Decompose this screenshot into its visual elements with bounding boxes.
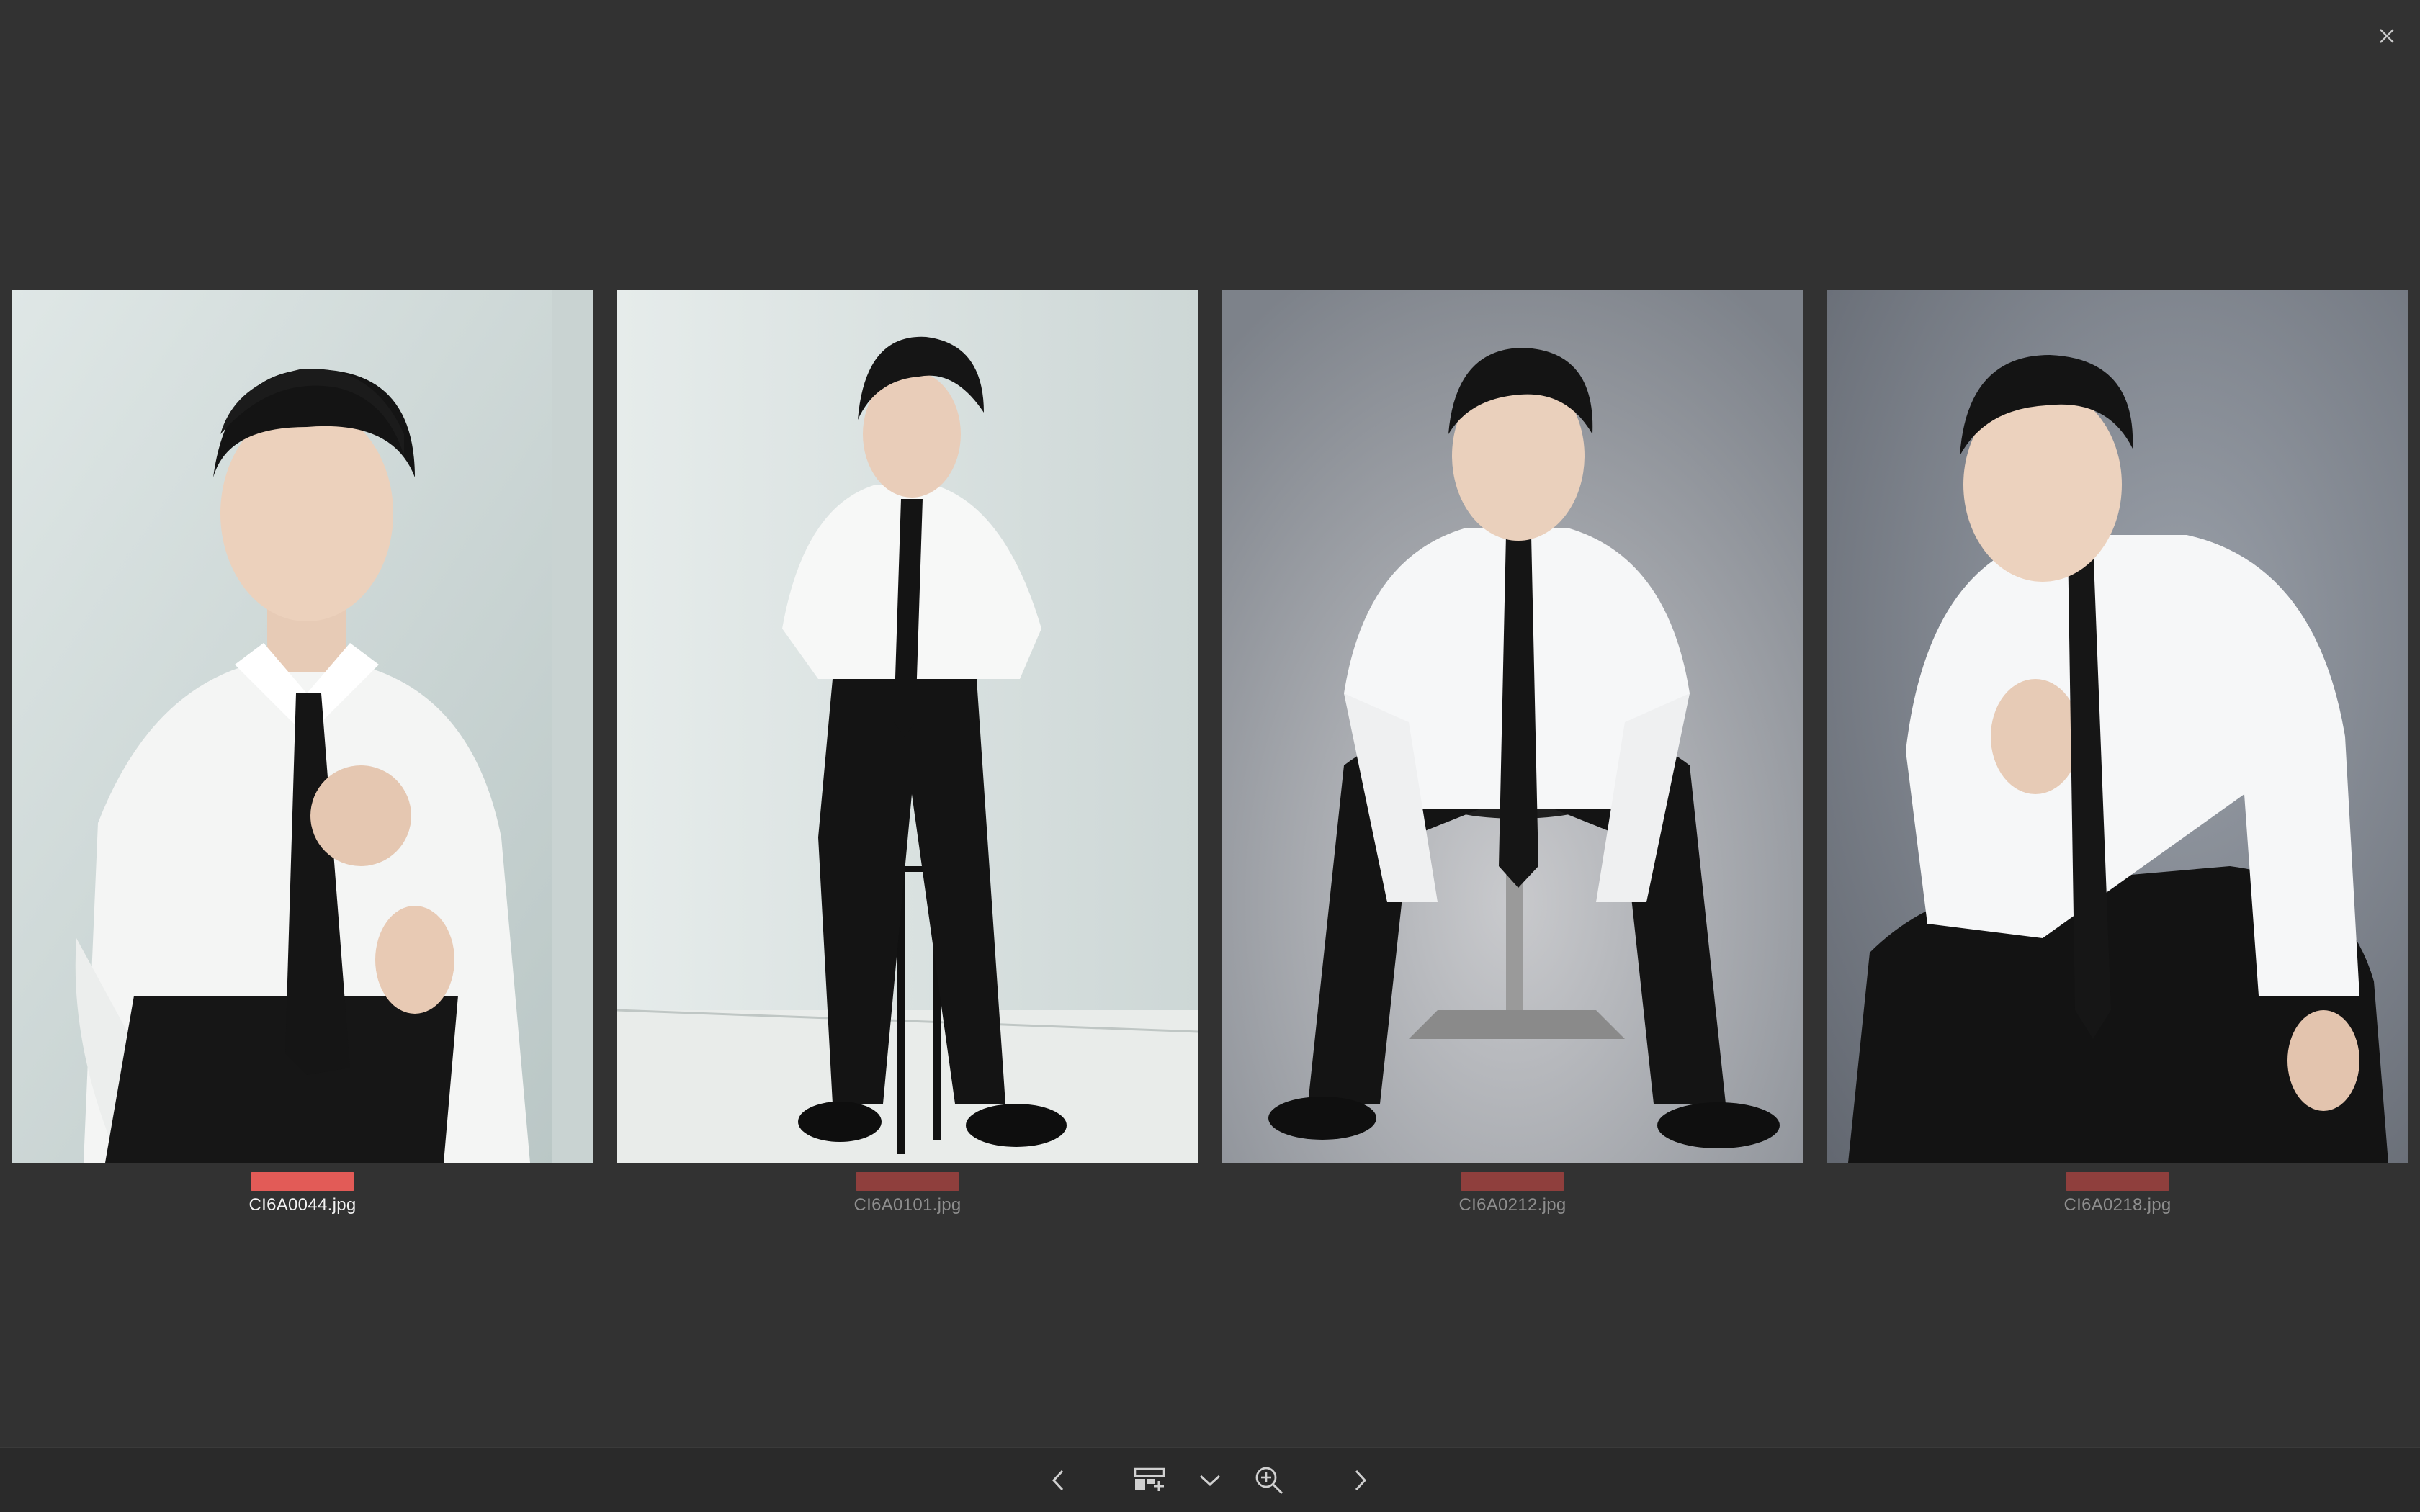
filename-label: CI6A0044.jpg — [248, 1195, 357, 1215]
image-card[interactable]: CI6A0101.jpg — [617, 290, 1198, 1215]
color-label — [856, 1172, 959, 1191]
portrait-photo — [617, 290, 1198, 1163]
portrait-photo — [1827, 290, 2408, 1163]
image-card[interactable]: CI6A0212.jpg — [1222, 290, 1803, 1215]
compare-layout-icon — [1134, 1467, 1165, 1491]
image-card[interactable]: CI6A0218.jpg — [1827, 290, 2408, 1215]
photo-thumbnail[interactable] — [617, 290, 1198, 1163]
portrait-photo — [1222, 290, 1803, 1163]
close-button[interactable] — [2367, 16, 2407, 56]
photo-thumbnail[interactable] — [1222, 290, 1803, 1163]
photo-thumbnail[interactable] — [12, 290, 593, 1163]
filename-label: CI6A0212.jpg — [1458, 1195, 1567, 1215]
chevron-left-icon — [1052, 1470, 1064, 1491]
layout-button[interactable] — [1128, 1448, 1171, 1512]
compare-viewer: CI6A0044.jpg CI6A0101.jpg CI6A0212.jpg C… — [0, 0, 2420, 1512]
chevron-down-icon — [1199, 1475, 1221, 1487]
filename-label: CI6A0218.jpg — [2063, 1195, 2172, 1215]
image-grid: CI6A0044.jpg CI6A0101.jpg CI6A0212.jpg C… — [12, 290, 2408, 1215]
layout-dropdown-button[interactable] — [1188, 1448, 1232, 1512]
portrait-photo — [12, 290, 593, 1163]
color-label — [251, 1172, 354, 1191]
chevron-right-icon — [1355, 1470, 1367, 1491]
next-button[interactable] — [1338, 1448, 1381, 1512]
bottom-toolbar — [0, 1447, 2420, 1512]
color-label — [2066, 1172, 2169, 1191]
zoom-in-icon — [1255, 1467, 1283, 1495]
image-card[interactable]: CI6A0044.jpg — [12, 290, 593, 1215]
photo-thumbnail[interactable] — [1827, 290, 2408, 1163]
previous-button[interactable] — [1037, 1448, 1080, 1512]
close-icon — [2380, 29, 2394, 43]
color-label — [1461, 1172, 1564, 1191]
filename-label: CI6A0101.jpg — [853, 1195, 962, 1215]
zoom-button[interactable] — [1247, 1448, 1291, 1512]
